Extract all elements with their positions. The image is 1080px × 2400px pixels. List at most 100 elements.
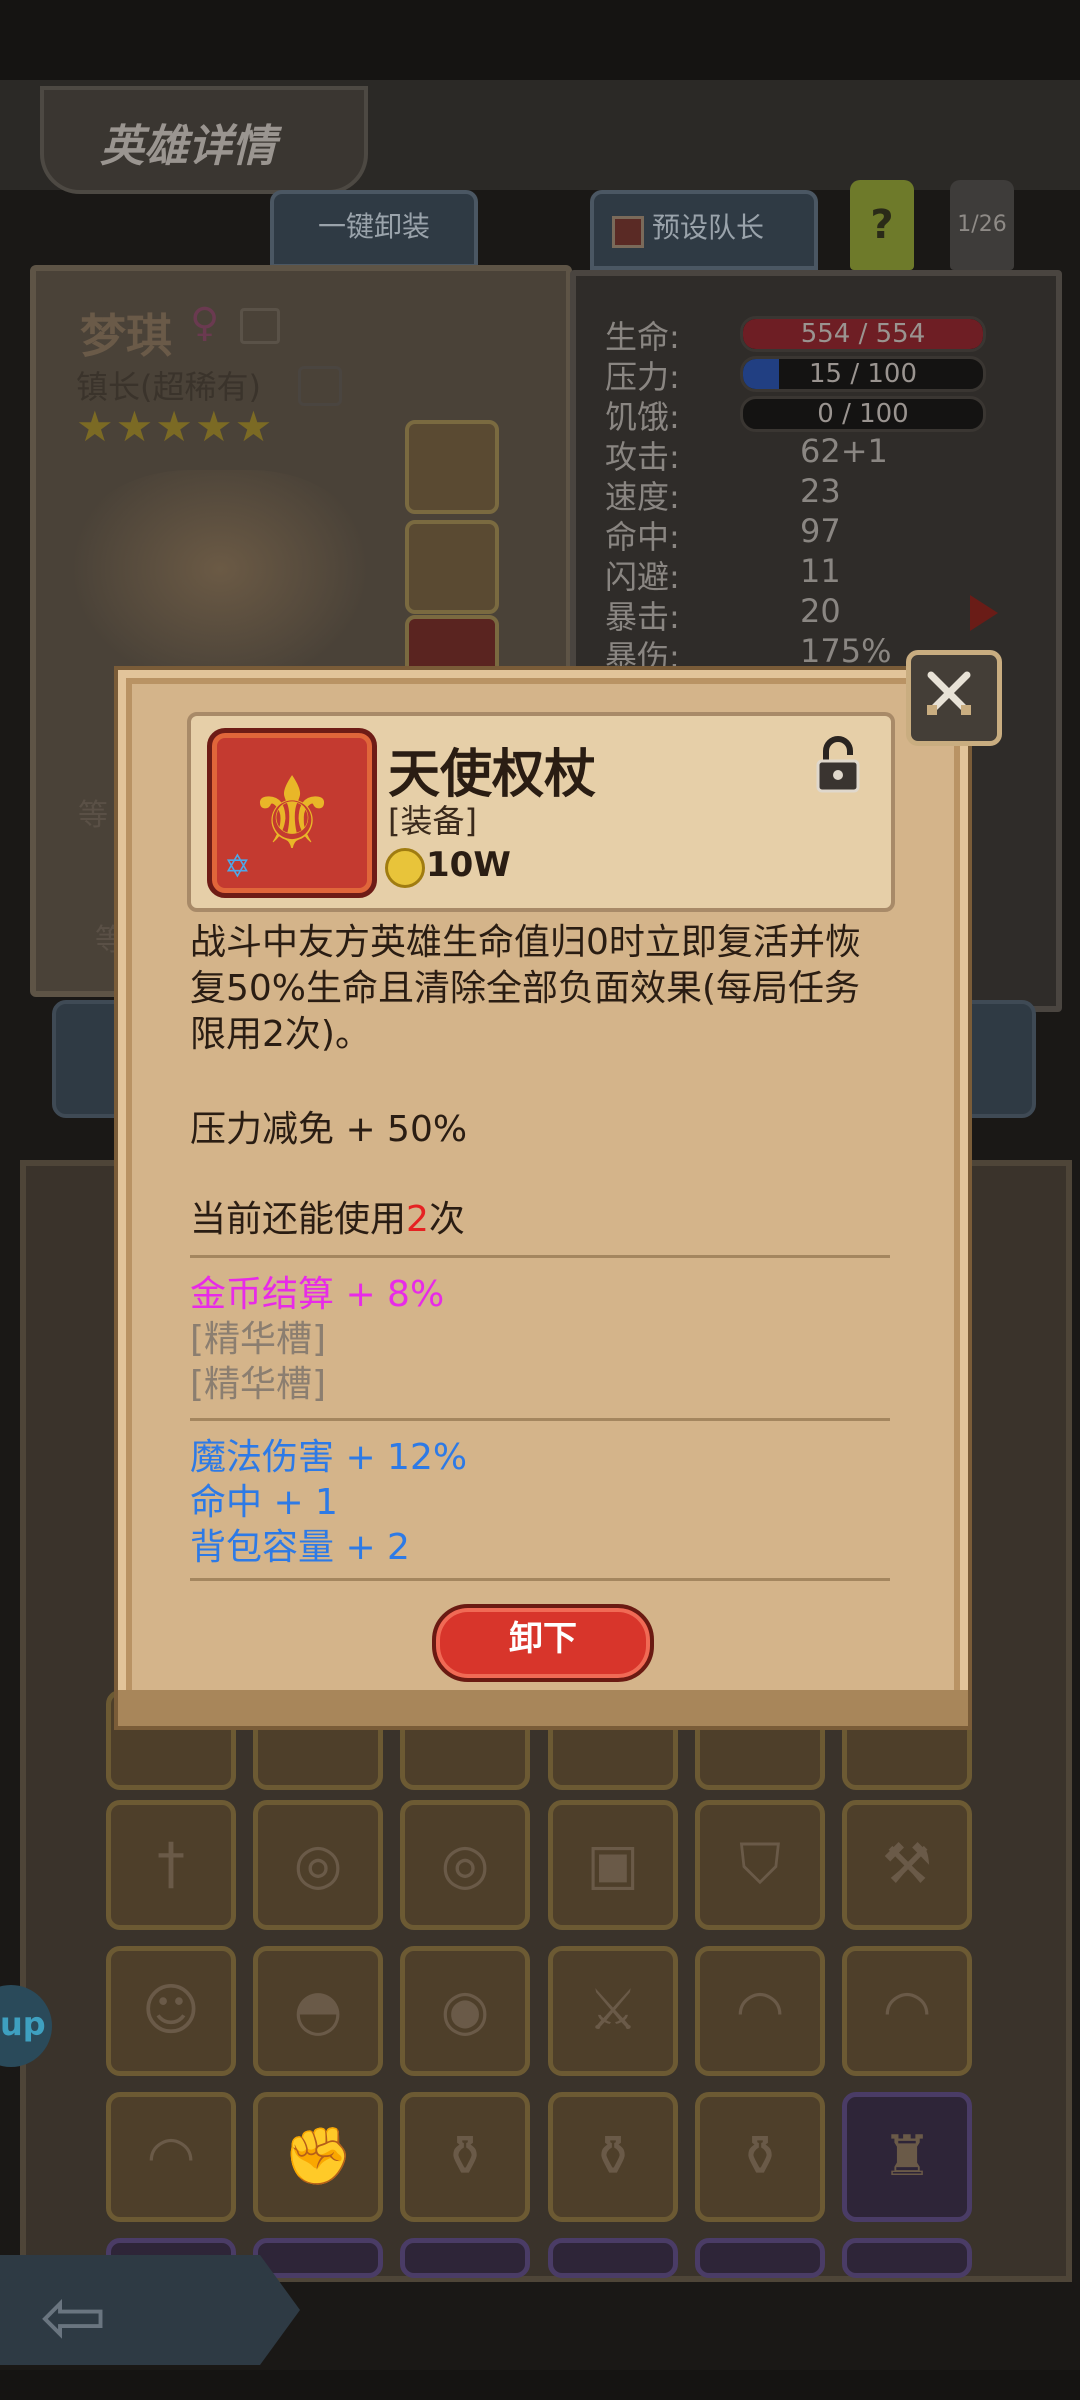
belt-icon: ◠	[146, 2124, 196, 2189]
stat-row: 命中: 97	[605, 512, 1025, 556]
inventory-slot[interactable]: ⛉	[695, 1800, 825, 1930]
stat-value: 62+1	[800, 432, 888, 470]
crystal-sword-icon: ⚔	[587, 1978, 639, 2043]
uses-prefix: 当前还能使用	[190, 1199, 407, 1240]
lock-icon[interactable]	[812, 735, 864, 795]
item-type: [装备]	[388, 802, 477, 840]
stat-value: 20	[800, 592, 841, 630]
hero-portrait	[70, 470, 370, 690]
belt-icon: ◠	[735, 1978, 785, 2043]
inventory-slot[interactable]	[253, 2238, 383, 2278]
stat-value: 554 / 554	[800, 319, 926, 349]
swap-icon[interactable]	[298, 366, 342, 406]
level-label-partial: 等	[78, 798, 108, 833]
stat-row: 暴击: 20	[605, 592, 1025, 636]
inventory-slot[interactable]: ⚱	[400, 2092, 530, 2222]
inventory-slot[interactable]: ⚱	[548, 2092, 678, 2222]
stat-row: 压力: 15 / 100	[605, 352, 1025, 396]
unequip-button[interactable]: 卸下	[432, 1604, 654, 1682]
inventory-slot[interactable]: ◎	[253, 1800, 383, 1930]
inventory-slot[interactable]: ◎	[400, 1800, 530, 1930]
inventory-slot[interactable]	[548, 2238, 678, 2278]
equip-slot-weapon[interactable]	[405, 420, 499, 514]
inventory-slot[interactable]: ◓	[253, 1946, 383, 2076]
status-bar	[0, 0, 1080, 80]
item-price: 10W	[426, 845, 511, 885]
hero-name: 梦琪	[80, 309, 172, 363]
stat-value: 175%	[800, 632, 892, 670]
close-button[interactable]	[906, 650, 1002, 746]
inventory-slot[interactable]: ⚒	[842, 1800, 972, 1930]
uses-count: 2	[406, 1199, 429, 1240]
unequip-all-label: 一键卸装	[317, 210, 430, 243]
inventory-slot[interactable]	[400, 2238, 530, 2278]
dragon-ring-icon: ◉	[440, 1978, 490, 2043]
chest-icon: ▣	[586, 1832, 640, 1897]
stress-reduction: 压力减免 + 50%	[190, 1109, 468, 1150]
sword-icon: †	[157, 1832, 185, 1897]
next-hero-button[interactable]	[958, 1000, 1036, 1118]
crossed-swords-icon	[927, 671, 971, 715]
stat-value: 15 / 100	[809, 359, 917, 389]
inventory-slot[interactable]: ◉	[400, 1946, 530, 2076]
inventory-slot[interactable]	[695, 2238, 825, 2278]
divider	[190, 1578, 890, 1581]
unequip-button-label: 卸下	[509, 1619, 577, 1659]
preset-captain-label: 预设队长	[652, 211, 765, 244]
equip-slot-hat[interactable]	[405, 520, 499, 614]
stat-bar: 0 / 100	[740, 396, 986, 432]
inventory-slot[interactable]: ⚱	[695, 2092, 825, 2222]
inventory-slot[interactable]: ✊	[253, 2092, 383, 2222]
item-icon: ⚜ ✡	[207, 728, 377, 898]
preset-captain-button[interactable]: 预设队长	[590, 190, 818, 270]
inventory-slot[interactable]: ☺	[106, 1946, 236, 2076]
stat-value: 97	[800, 512, 841, 550]
item-description: 战斗中友方英雄生命值归0时立即复活并恢复50%生命且清除全部负面效果(每局任务限…	[190, 922, 861, 1055]
stat-bar: 15 / 100	[740, 356, 986, 392]
inventory-slot[interactable]: ◠	[695, 1946, 825, 2076]
stat-row: 饥饿: 0 / 100	[605, 392, 1025, 436]
stat-value: 11	[800, 552, 841, 590]
uses-suffix: 次	[428, 1199, 465, 1240]
back-arrow-icon[interactable]: ⇦	[40, 2270, 107, 2363]
gauntlet-icon: ✊	[283, 2124, 353, 2189]
essence-slot[interactable]: [精华槽]	[190, 1355, 326, 1407]
stat-row: 生命: 554 / 554	[605, 312, 1025, 356]
inventory-slot[interactable]: ◠	[842, 1946, 972, 2076]
nav-bar	[0, 2370, 1080, 2400]
stat-value: 0 / 100	[817, 399, 909, 429]
inventory-slot[interactable]: ◠	[106, 2092, 236, 2222]
inventory-slot[interactable]: †	[106, 1800, 236, 1930]
up-bubble-label: up	[0, 2005, 46, 2043]
page-title: 英雄详情	[100, 121, 276, 172]
checkbox-icon[interactable]	[612, 216, 644, 248]
divider	[190, 1418, 890, 1421]
remaining-uses: 当前还能使用2次	[190, 1190, 465, 1242]
female-icon: ♀	[190, 300, 220, 346]
inventory-slot[interactable]	[842, 2238, 972, 2278]
bag-capacity-attr: 背包容量 + 2	[190, 1527, 410, 1568]
edit-name-icon[interactable]	[240, 308, 280, 344]
stat-row: 攻击: 62+1	[605, 432, 1025, 476]
stat-bar: 554 / 554	[740, 316, 986, 352]
potion-locked-icon: ⚱	[441, 2124, 489, 2189]
inventory-slot[interactable]: ♜	[842, 2092, 972, 2222]
star-of-david-icon: ✡	[224, 847, 251, 885]
modal-bottom-edge	[118, 1690, 968, 1726]
unequip-all-button[interactable]: 一键卸装	[270, 190, 478, 268]
divider	[190, 1255, 890, 1258]
potion-icon: ⚱	[589, 2124, 637, 2189]
page-indicator: 1/26	[950, 180, 1014, 270]
hero-stars: ★★★★★	[76, 402, 275, 451]
inventory-slot[interactable]: ▣	[548, 1800, 678, 1930]
axe-icon: ⚒	[881, 1832, 933, 1897]
winged-orb-icon: ◎	[440, 1832, 490, 1897]
voodoo-doll-icon: ☺	[141, 1978, 201, 2043]
potion-icon: ⚱	[736, 2124, 784, 2189]
belt-icon: ◠	[882, 1978, 932, 2043]
shield-icon: ⛉	[739, 1832, 781, 1897]
inventory-slot[interactable]: ⚔	[548, 1946, 678, 2076]
help-button[interactable]: ?	[850, 180, 914, 270]
winged-orb-icon: ◎	[293, 1832, 343, 1897]
next-arrow-icon[interactable]	[970, 595, 998, 631]
